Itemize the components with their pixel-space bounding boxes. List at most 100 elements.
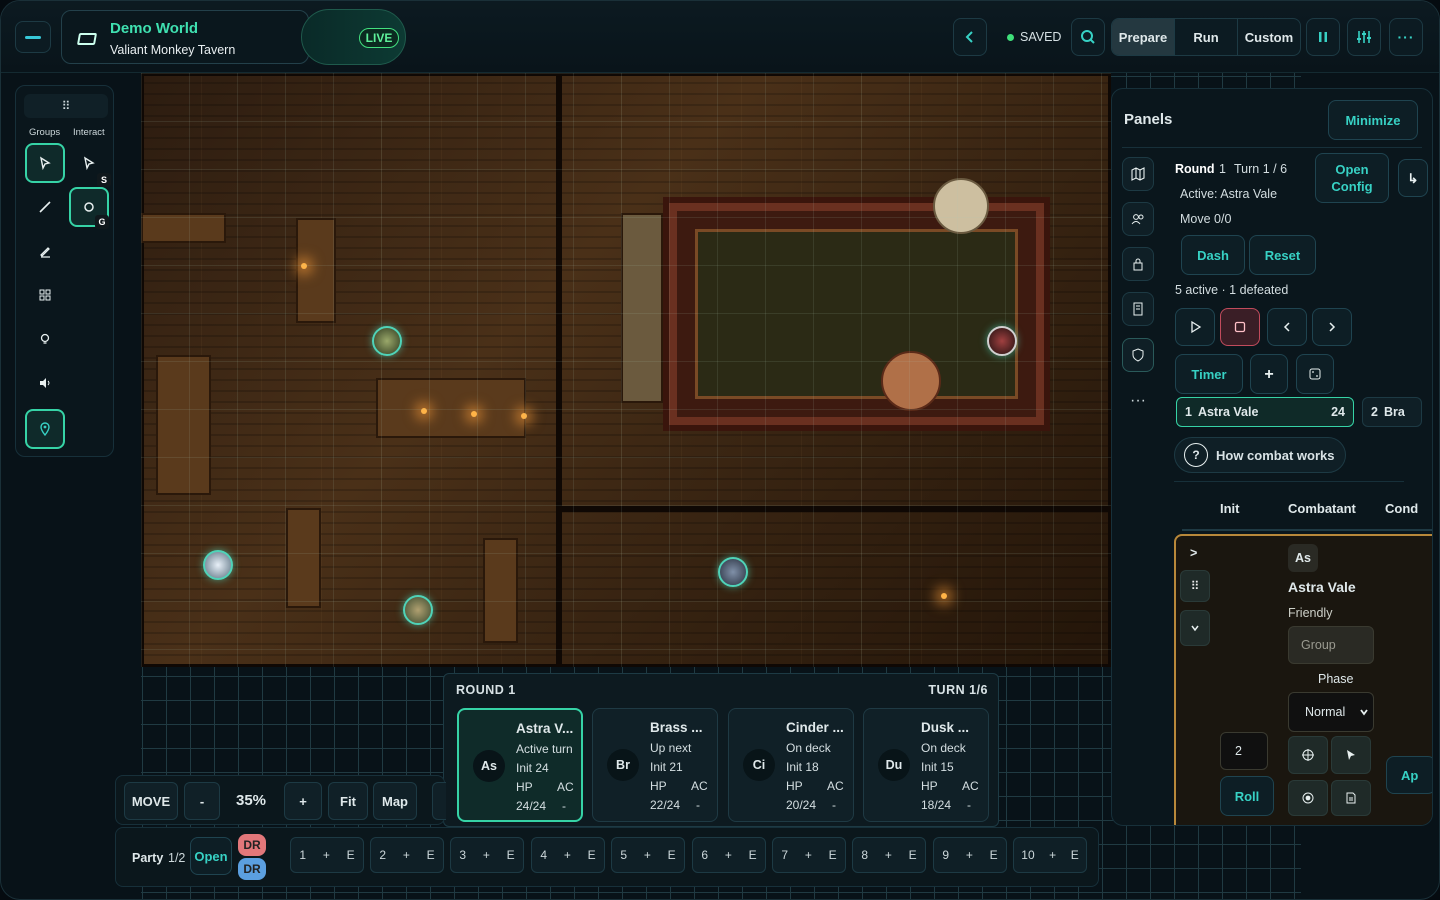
map-token[interactable] [203,550,233,580]
settings-button[interactable] [1347,18,1381,56]
panel-tab-vault[interactable] [1122,247,1154,281]
party-slot[interactable]: 9 + E [933,837,1007,873]
menu-button[interactable] [15,21,51,53]
notes-button[interactable] [1331,780,1371,816]
sound-tool[interactable] [25,363,65,403]
slot-edit[interactable]: E [427,848,435,862]
select-token-button[interactable] [1331,736,1371,774]
select-tool[interactable] [25,143,65,183]
mode-run[interactable]: Run [1175,19,1238,55]
next-turn-button[interactable] [1312,308,1352,346]
mode-custom[interactable]: Custom [1238,19,1300,55]
party-slot[interactable]: 10 + E [1013,837,1087,873]
interact-select-tool[interactable]: S [69,143,111,187]
slot-edit[interactable]: E [668,848,676,862]
slot-edit[interactable]: E [507,848,515,862]
stop-button[interactable] [1220,308,1260,346]
move-mode-button[interactable]: MOVE [124,782,178,820]
slot-edit[interactable]: E [749,848,757,862]
column-init[interactable]: Init [1220,501,1240,516]
dice-button[interactable] [1296,354,1334,394]
slot-edit[interactable]: E [990,848,998,862]
initiative-input[interactable]: 2 [1220,732,1268,770]
play-button[interactable] [1175,308,1215,346]
prev-turn-button[interactable] [1267,308,1307,346]
turn-order-card[interactable]: 2 Bra [1362,397,1422,427]
party-slot[interactable]: 5 + E [611,837,685,873]
turn-order-card-active[interactable]: 1 Astra Vale 24 [1176,397,1354,427]
combatant-card[interactable]: Cinder ... On deck Init 18 Ci HP AC 20/2… [728,708,854,822]
dash-button[interactable]: Dash [1181,235,1245,275]
timer-button[interactable]: Timer [1175,354,1243,394]
battle-map[interactable] [141,73,1111,667]
live-toggle[interactable]: LIVE [301,9,406,65]
slot-edit[interactable]: E [829,848,837,862]
party-badge-red[interactable]: DR [238,834,266,856]
plus-icon[interactable]: + [966,848,973,862]
map-button[interactable]: Map [373,782,417,820]
light-tool[interactable] [25,319,65,359]
roll-button[interactable]: Roll [1220,776,1274,816]
panel-extra-button[interactable]: ↳ [1398,159,1428,197]
panel-tab-notes[interactable] [1122,292,1154,326]
apply-button[interactable]: Ap [1386,756,1432,794]
target-button[interactable] [1288,736,1328,774]
plus-icon[interactable]: + [564,848,571,862]
grid-tool[interactable] [25,275,65,315]
combatant-card[interactable]: Astra V... Active turn Init 24 As HP AC … [457,708,583,822]
slot-edit[interactable]: E [909,848,917,862]
plus-icon[interactable]: + [403,848,410,862]
drag-handle-icon[interactable]: ⠿ [24,94,108,118]
party-badge-blue[interactable]: DR [238,858,266,880]
open-config-button[interactable]: Open Config [1315,153,1389,203]
pause-button[interactable] [1306,18,1340,56]
party-slot[interactable]: 1 + E [290,837,364,873]
collapse-button[interactable] [1180,610,1210,646]
back-button[interactable] [953,18,987,56]
plus-icon[interactable]: + [644,848,651,862]
combatant-card[interactable]: Brass ... Up next Init 21 Br HP AC 22/24… [592,708,718,822]
zoom-in-button[interactable]: + [284,782,322,820]
pen-tool[interactable] [25,231,65,271]
slot-edit[interactable]: E [1071,848,1079,862]
slot-edit[interactable]: E [588,848,596,862]
party-slot[interactable]: 2 + E [370,837,444,873]
party-slot[interactable]: 6 + E [692,837,766,873]
plus-icon[interactable]: + [1049,848,1056,862]
map-token[interactable] [372,326,402,356]
minimize-button[interactable]: Minimize [1328,100,1418,140]
group-tool[interactable]: G [69,187,109,229]
more-zoom-button[interactable] [432,782,446,820]
expand-toggle[interactable]: > [1190,546,1197,560]
party-open-button[interactable]: Open [190,837,232,875]
panel-tab-map[interactable] [1122,157,1154,191]
plus-icon[interactable]: + [885,848,892,862]
panel-tab-party[interactable] [1122,202,1154,236]
help-button[interactable]: ? How combat works [1174,437,1346,473]
plus-icon[interactable]: + [483,848,490,862]
search-button[interactable] [1071,18,1105,56]
add-combatant-button[interactable]: + [1250,354,1288,394]
plus-icon[interactable]: + [805,848,812,862]
plus-icon[interactable]: + [323,848,330,862]
slot-edit[interactable]: E [347,848,355,862]
record-button[interactable] [1288,780,1328,816]
group-input[interactable]: Group [1288,626,1374,664]
pin-tool[interactable] [25,409,65,449]
map-token[interactable] [987,326,1017,356]
plus-icon[interactable]: + [725,848,732,862]
mode-prepare[interactable]: Prepare [1112,19,1175,55]
map-token[interactable] [718,557,748,587]
drag-handle-icon[interactable]: ⠿ [1180,570,1210,602]
world-card[interactable]: Demo World Valiant Monkey Tavern [61,10,309,64]
fit-button[interactable]: Fit [328,782,368,820]
party-slot[interactable]: 4 + E [531,837,605,873]
phase-select[interactable]: Normal [1288,692,1374,732]
party-slot[interactable]: 3 + E [450,837,524,873]
column-combatant[interactable]: Combatant [1288,501,1356,516]
brush-tool[interactable] [25,187,65,227]
party-slot[interactable]: 8 + E [852,837,926,873]
zoom-out-button[interactable]: - [184,782,220,820]
panel-tab-more[interactable]: ··· [1122,384,1154,418]
more-button[interactable]: ··· [1389,18,1423,56]
